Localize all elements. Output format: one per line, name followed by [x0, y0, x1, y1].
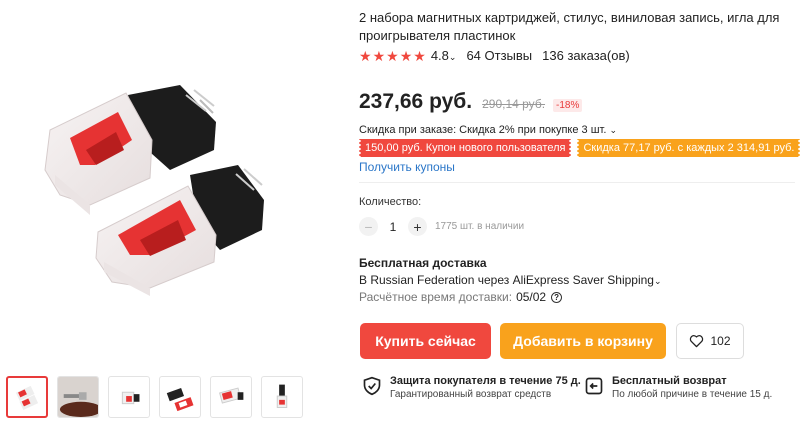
chevron-down-icon: ⌄ [448, 52, 457, 62]
thumbnail-3[interactable] [108, 376, 150, 418]
buy-now-button[interactable]: Купить сейчас [360, 323, 491, 359]
quantity-value[interactable]: 1 [378, 220, 408, 234]
product-title: 2 набора магнитных картриджей, стилус, в… [359, 10, 780, 43]
cartridge-image [44, 85, 264, 296]
return-icon [585, 377, 603, 395]
rating-stars: ★ ★ ★ ★ ★ [359, 49, 426, 63]
thumbnail-6[interactable] [261, 376, 303, 418]
thumbnail-4[interactable] [159, 376, 201, 418]
decrease-quantity-button[interactable]: − [359, 217, 378, 236]
wishlist-button[interactable]: 102 [676, 323, 744, 359]
old-price: 290,14 руб. [482, 97, 546, 111]
thumbnail-5[interactable] [210, 376, 252, 418]
rating-row: ★ ★ ★ ★ ★ 4.8⌄ 64 Отзывы 136 заказа(ов) [359, 48, 630, 63]
free-return: Бесплатный возврат По любой причине в те… [584, 375, 772, 401]
wishlist-count: 102 [710, 334, 731, 348]
delivery-time: Расчётное время доставки: 05/02 ? [359, 290, 563, 304]
coupon-spend-discount[interactable]: Скидка 77,17 руб. с каждых 2 314,91 руб. [576, 139, 800, 157]
shield-check-icon [363, 376, 381, 396]
rating-value[interactable]: 4.8⌄ [431, 48, 457, 63]
main-product-image[interactable] [0, 0, 340, 362]
delivery-time-label: Расчётное время доставки: [359, 290, 513, 304]
order-discount[interactable]: Скидка при заказе: Скидка 2% при покупке… [359, 124, 617, 136]
chevron-down-icon: ⌄ [653, 276, 662, 286]
star-icon: ★ [386, 47, 399, 64]
get-coupons-link[interactable]: Получить купоны [359, 160, 455, 174]
stock-count: 1775 шт. в наличии [435, 221, 525, 232]
price-row: 237,66 руб. 290,14 руб. -18% [359, 90, 583, 114]
quantity-stepper: − 1 + 1775 шт. в наличии [359, 217, 524, 236]
shipping-method[interactable]: В Russian Federation через AliExpress Sa… [359, 273, 662, 287]
increase-quantity-button[interactable]: + [408, 217, 427, 236]
add-to-cart-button[interactable]: Добавить в корзину [500, 323, 666, 359]
thumbnail-1[interactable] [6, 376, 48, 418]
coupon-list: 150,00 руб. Купон нового пользователя Ск… [357, 139, 800, 157]
reviews-link[interactable]: 64 Отзывы [466, 48, 532, 63]
star-icon: ★ [372, 47, 386, 64]
coupon-new-user[interactable]: 150,00 руб. Купон нового пользователя [357, 139, 573, 157]
divider [359, 182, 795, 183]
help-icon[interactable]: ? [551, 291, 563, 303]
buyer-protection-subtitle: Гарантированный возврат средств [390, 389, 552, 400]
buyer-protection: Защита покупателя в течение 75 д. Гарант… [362, 375, 581, 401]
star-icon: ★ [413, 47, 426, 64]
heart-icon [690, 335, 704, 348]
free-return-title: Бесплатный возврат [612, 375, 727, 387]
current-price: 237,66 руб. [359, 90, 473, 113]
thumbnail-strip [6, 376, 303, 418]
delivery-time-value: 05/02 [516, 290, 547, 304]
orders-count: 136 заказа(ов) [542, 48, 630, 63]
free-return-subtitle: По любой причине в течение 15 д. [612, 389, 773, 400]
quantity-label: Количество: [359, 196, 422, 208]
star-icon: ★ [359, 47, 372, 64]
buyer-protection-title: Защита покупателя в течение 75 д. [390, 375, 581, 387]
star-icon: ★ [399, 47, 413, 64]
chevron-down-icon: ⌄ [609, 125, 618, 135]
thumbnail-2[interactable] [57, 376, 99, 418]
discount-badge: -18% [553, 99, 583, 112]
shipping-title: Бесплатная доставка [359, 256, 487, 270]
